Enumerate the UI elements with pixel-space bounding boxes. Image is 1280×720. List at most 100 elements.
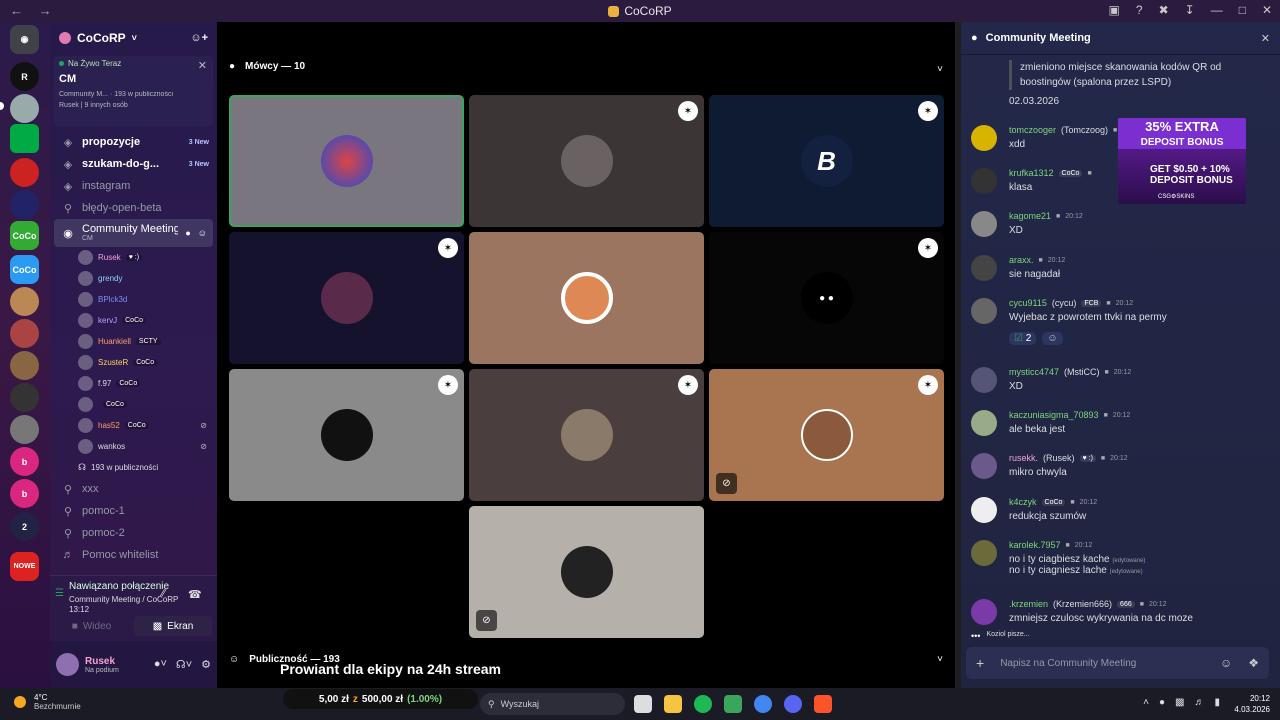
avatar[interactable] <box>971 599 997 625</box>
avatar[interactable] <box>971 497 997 523</box>
avatar[interactable] <box>971 211 997 237</box>
speaker-tile[interactable]: ✶ <box>469 369 704 501</box>
server-icon[interactable] <box>10 94 39 123</box>
server-icon[interactable] <box>10 190 39 219</box>
server-icon[interactable]: CoCo <box>10 255 39 284</box>
channel-community-meeting[interactable]: ◉ Community Meeting CM ● ☺ <box>54 219 213 247</box>
settings-gear-icon[interactable]: ⚙ <box>201 658 211 671</box>
message-author[interactable]: k4czyk <box>1009 497 1037 507</box>
inbox-icon[interactable]: ▣ <box>1109 3 1120 17</box>
weather-widget[interactable]: 4°C Bezchmurnie <box>14 693 81 711</box>
message-author[interactable]: kagome21 <box>1009 211 1051 221</box>
server-icon[interactable]: b <box>10 447 39 476</box>
avatar[interactable] <box>971 255 997 281</box>
channel-item[interactable]: ◈ instagram <box>50 175 217 197</box>
chat-icon[interactable]: ● <box>185 228 190 238</box>
voice-user[interactable]: has52 CoCo ⊘ <box>50 415 217 436</box>
avatar[interactable] <box>971 168 997 194</box>
speaker-tile[interactable]: ● ● ✶ <box>709 232 944 364</box>
voice-user[interactable]: f.97 CoCo <box>50 373 217 394</box>
headphones-icon[interactable]: ☊˅ <box>176 658 192 671</box>
speakers-header[interactable]: ● Mówcy — 10 <box>229 61 305 72</box>
tools-icon[interactable]: ✖ <box>1159 3 1169 17</box>
server-icon[interactable]: 2 <box>10 512 39 541</box>
avatar[interactable] <box>56 653 79 676</box>
server-icon[interactable]: R <box>10 62 39 91</box>
ad-banner[interactable]: 35% EXTRA DEPOSIT BONUS GET $0.50 + 10% DE… <box>1118 118 1246 204</box>
channel-item[interactable]: ⚲ pomoc-1 <box>50 500 217 522</box>
message-author[interactable]: .krzemien <box>1009 599 1048 609</box>
chrome-icon[interactable] <box>754 695 772 713</box>
server-icon[interactable]: NOWE <box>10 552 39 581</box>
channel-item[interactable]: ⚲ pomoc-2 <box>50 522 217 544</box>
voice-user[interactable]: Rusek ♥ :) <box>50 247 217 268</box>
message-author[interactable]: tomczooger <box>1009 125 1056 135</box>
help-icon[interactable]: ? <box>1136 3 1143 17</box>
chevron-up-icon[interactable]: ˄ <box>1143 697 1149 708</box>
avatar[interactable] <box>971 298 997 324</box>
speaker-tile[interactable] <box>469 232 704 364</box>
server-icon[interactable] <box>10 124 39 153</box>
server-icon[interactable]: b <box>10 479 39 508</box>
chevron-down-icon[interactable]: ˅ <box>937 64 943 75</box>
channel-item[interactable]: ◈ propozycje 3 New <box>50 131 217 153</box>
audience-row[interactable]: ☊ 193 w publiczności <box>50 457 217 478</box>
channel-item[interactable]: ⚲ błędy-open-beta <box>50 197 217 219</box>
speaker-tile[interactable]: ✶ <box>229 369 464 501</box>
clock[interactable]: 20:12 4.03.2026 <box>1234 693 1270 715</box>
speaker-tile[interactable]: ✶ ⊘ <box>709 369 944 501</box>
close-icon[interactable]: ✕ <box>198 59 207 72</box>
download-icon[interactable]: ↧ <box>1185 3 1195 17</box>
channel-item[interactable]: ⚲ xxx <box>50 478 217 500</box>
server-icon[interactable] <box>10 287 39 316</box>
minimize-button[interactable]: — <box>1211 3 1223 17</box>
voice-user[interactable]: BPlck3d <box>50 289 217 310</box>
speaker-tile[interactable]: ✶ <box>469 95 704 227</box>
reaction-check[interactable]: ☑ 2 <box>1009 332 1037 345</box>
message-author[interactable]: karolek.7957 <box>1009 540 1061 550</box>
screen-share-button[interactable]: ▩ Ekran <box>134 616 212 636</box>
avatar[interactable] <box>971 125 997 151</box>
close-button[interactable]: ✕ <box>1262 3 1272 17</box>
voice-user[interactable]: kervJ CoCo <box>50 310 217 331</box>
noise-suppression-icon[interactable]: ∕∕ <box>162 588 165 599</box>
voice-user[interactable]: CoCo <box>50 394 217 415</box>
close-icon[interactable]: ✕ <box>1261 32 1270 45</box>
battery-icon[interactable]: ▮ <box>1214 697 1220 708</box>
taskbar-search[interactable]: ⚲ Wyszukaj <box>480 693 625 715</box>
message-author[interactable]: rusekk. <box>1009 453 1038 463</box>
server-header[interactable]: CoCoRP ˅ ☺+ <box>50 22 217 54</box>
add-user-icon[interactable]: ☺ <box>198 228 207 238</box>
task-view-icon[interactable] <box>634 695 652 713</box>
invite-icon[interactable]: ☺+ <box>190 32 208 44</box>
server-icon[interactable] <box>10 319 39 348</box>
emoji-icon[interactable]: ☺ <box>1220 656 1232 670</box>
microphone-icon[interactable]: ●˅ <box>154 658 167 671</box>
avatar[interactable] <box>971 410 997 436</box>
add-attachment-icon[interactable]: + <box>976 655 984 671</box>
display-icon[interactable]: ▩ <box>1175 697 1184 708</box>
message-author[interactable]: krufka1312 <box>1009 168 1054 178</box>
message-author[interactable]: kaczuniasigma_70893 <box>1009 410 1099 420</box>
speaker-tile[interactable] <box>229 95 464 227</box>
live-stage-card[interactable]: Na Żywo Teraz CM Community M... · 193 w … <box>54 56 213 126</box>
discord-home-icon[interactable]: ◉ <box>10 25 39 54</box>
add-reaction-icon[interactable]: ☺ <box>1042 332 1063 345</box>
file-explorer-icon[interactable] <box>664 695 682 713</box>
cocorp-app-icon[interactable] <box>724 695 742 713</box>
spotify-icon[interactable] <box>694 695 712 713</box>
voice-user[interactable]: Huankiell SCTY <box>50 331 217 352</box>
voice-user[interactable]: SzusteR CoCo <box>50 352 217 373</box>
voice-user[interactable]: wankos ⊘ <box>50 436 217 457</box>
speaker-tile[interactable]: ⊘ <box>469 506 704 638</box>
speaker-tile[interactable]: B ✶ <box>709 95 944 227</box>
avatar[interactable] <box>971 540 997 566</box>
channel-item[interactable]: ◈ szukam-do-g... 3 New <box>50 153 217 175</box>
speaker-tile[interactable]: ✶ <box>229 232 464 364</box>
video-button[interactable]: ■ Wideo <box>54 616 129 636</box>
chat-input[interactable]: + Napisz na Community Meeting ☺ ❖ <box>966 647 1269 679</box>
message-author[interactable]: cycu9115 <box>1009 298 1047 308</box>
avatar[interactable] <box>971 367 997 393</box>
volume-icon[interactable]: ♬ <box>1194 697 1204 708</box>
nav-arrows[interactable]: ← → <box>10 3 58 18</box>
